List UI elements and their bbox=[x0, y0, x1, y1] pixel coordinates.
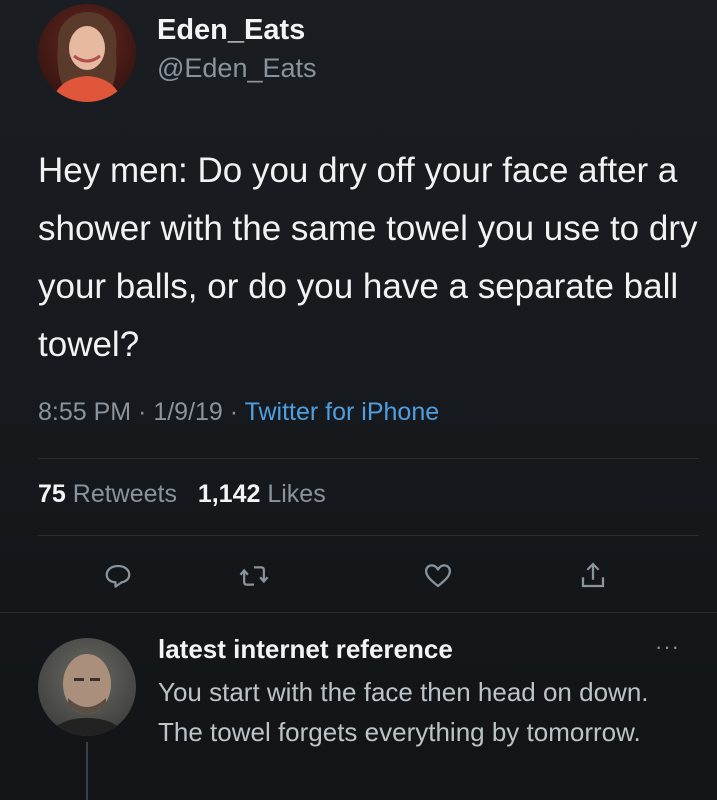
retweet-icon bbox=[239, 566, 269, 586]
meta-separator: · bbox=[222, 398, 245, 426]
tweet-time: 8:55 PM bbox=[38, 398, 132, 426]
divider bbox=[38, 458, 699, 459]
share-icon bbox=[581, 562, 605, 588]
reply-icon bbox=[105, 564, 131, 588]
reply-avatar-image bbox=[48, 654, 126, 736]
divider bbox=[38, 535, 699, 536]
share-button[interactable] bbox=[575, 558, 611, 594]
author-avatar-image bbox=[52, 12, 122, 102]
more-icon[interactable]: ··· bbox=[655, 634, 680, 660]
retweet-button[interactable] bbox=[236, 558, 272, 594]
author-name[interactable]: Eden_Eats bbox=[157, 14, 305, 47]
retweets-count[interactable]: 75 bbox=[38, 480, 66, 508]
reply-author-name[interactable]: latest internet reference bbox=[158, 634, 453, 665]
thread-line bbox=[86, 742, 88, 800]
tweet-date: 1/9/19 bbox=[153, 398, 223, 426]
author-avatar[interactable] bbox=[38, 4, 136, 102]
reply-text: You start with the face then head on dow… bbox=[158, 677, 649, 747]
author-handle[interactable]: @Eden_Eats bbox=[157, 53, 317, 84]
reply-button[interactable] bbox=[100, 558, 136, 594]
heart-icon bbox=[425, 564, 451, 588]
tweet-stats: 75 Retweets 1,142 Likes bbox=[38, 480, 326, 509]
retweets-label[interactable]: Retweets bbox=[73, 480, 177, 508]
like-button[interactable] bbox=[420, 558, 456, 594]
meta-separator: · bbox=[131, 398, 154, 426]
divider bbox=[0, 612, 717, 613]
reply-author-avatar[interactable] bbox=[38, 638, 136, 736]
likes-label[interactable]: Likes bbox=[267, 480, 325, 508]
likes-count[interactable]: 1,142 bbox=[198, 480, 261, 508]
tweet-source-link[interactable]: Twitter for iPhone bbox=[245, 398, 440, 426]
tweet-meta: 8:55 PM · 1/9/19 · Twitter for iPhone bbox=[38, 398, 439, 427]
tweet-text: Hey men: Do you dry off your face after … bbox=[38, 151, 698, 364]
